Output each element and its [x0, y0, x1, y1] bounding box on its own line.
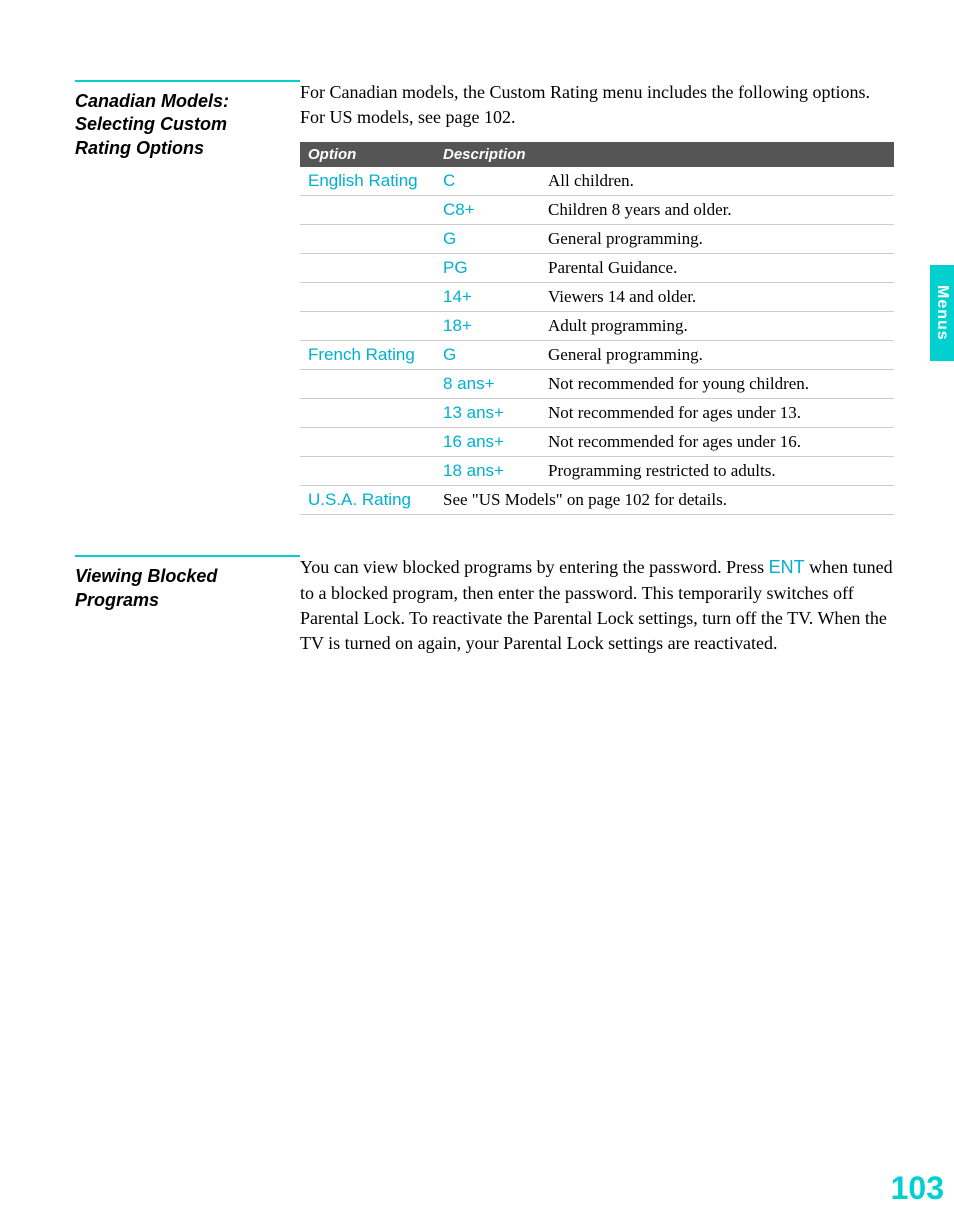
desc-cell: See "US Models" on page 102 for details. [435, 486, 894, 515]
table-row: 16 ans+Not recommended for ages under 16… [300, 428, 894, 457]
table-header-option: Option [300, 142, 435, 167]
section-title-col: Viewing Blocked Programs [75, 555, 300, 656]
ent-button-label: ENT [769, 557, 805, 577]
code-cell: PG [435, 254, 540, 283]
section-viewing-blocked: Viewing Blocked Programs You can view bl… [75, 555, 894, 656]
table-row: C8+Children 8 years and older. [300, 196, 894, 225]
intro-text-part: For Canadian models, the Custom Rating m… [300, 82, 870, 127]
code-cell: C [435, 167, 540, 196]
body-text: You can view blocked programs by enterin… [300, 555, 894, 656]
desc-cell: General programming. [540, 341, 894, 370]
option-cell [300, 457, 435, 486]
desc-cell: Children 8 years and older. [540, 196, 894, 225]
table-row: GGeneral programming. [300, 225, 894, 254]
code-cell: G [435, 225, 540, 254]
intro-text: For Canadian models, the Custom Rating m… [300, 80, 894, 130]
option-cell [300, 254, 435, 283]
code-cell: 18+ [435, 312, 540, 341]
desc-cell: General programming. [540, 225, 894, 254]
option-cell [300, 399, 435, 428]
option-cell [300, 312, 435, 341]
ratings-table: Option Description English RatingCAll ch… [300, 142, 894, 515]
code-cell: C8+ [435, 196, 540, 225]
option-cell: U.S.A. Rating [300, 486, 435, 515]
desc-cell: Not recommended for ages under 13. [540, 399, 894, 428]
side-tab-menus: Menus [930, 265, 954, 361]
table-header-description: Description [435, 142, 894, 167]
desc-cell: Adult programming. [540, 312, 894, 341]
section-body-col: For Canadian models, the Custom Rating m… [300, 80, 894, 515]
section-title: Viewing Blocked Programs [75, 565, 280, 612]
desc-cell: Not recommended for young children. [540, 370, 894, 399]
code-cell: 18 ans+ [435, 457, 540, 486]
code-cell: 13 ans+ [435, 399, 540, 428]
section-body-col: You can view blocked programs by enterin… [300, 555, 894, 656]
body-part1: You can view blocked programs by enterin… [300, 557, 769, 577]
section-canadian-models: Canadian Models: Selecting Custom Rating… [75, 80, 894, 515]
page-number: 103 [891, 1170, 944, 1207]
table-row: 8 ans+Not recommended for young children… [300, 370, 894, 399]
table-row: 18 ans+Programming restricted to adults. [300, 457, 894, 486]
code-cell: 14+ [435, 283, 540, 312]
table-row: U.S.A. RatingSee "US Models" on page 102… [300, 486, 894, 515]
option-cell: French Rating [300, 341, 435, 370]
intro-text-after: . [511, 107, 516, 127]
desc-cell: Programming restricted to adults. [540, 457, 894, 486]
table-row: PGParental Guidance. [300, 254, 894, 283]
desc-cell: All children. [540, 167, 894, 196]
code-cell: G [435, 341, 540, 370]
table-row: 18+Adult programming. [300, 312, 894, 341]
table-row: French RatingGGeneral programming. [300, 341, 894, 370]
option-cell [300, 428, 435, 457]
section-title: Canadian Models: Selecting Custom Rating… [75, 90, 280, 160]
table-row: 14+Viewers 14 and older. [300, 283, 894, 312]
option-cell: English Rating [300, 167, 435, 196]
option-cell [300, 283, 435, 312]
option-cell [300, 370, 435, 399]
code-cell: 16 ans+ [435, 428, 540, 457]
desc-cell: Not recommended for ages under 16. [540, 428, 894, 457]
option-cell [300, 196, 435, 225]
desc-cell: Parental Guidance. [540, 254, 894, 283]
option-cell [300, 225, 435, 254]
code-cell: 8 ans+ [435, 370, 540, 399]
table-row: English RatingCAll children. [300, 167, 894, 196]
desc-cell: Viewers 14 and older. [540, 283, 894, 312]
table-row: 13 ans+Not recommended for ages under 13… [300, 399, 894, 428]
section-title-col: Canadian Models: Selecting Custom Rating… [75, 80, 300, 515]
